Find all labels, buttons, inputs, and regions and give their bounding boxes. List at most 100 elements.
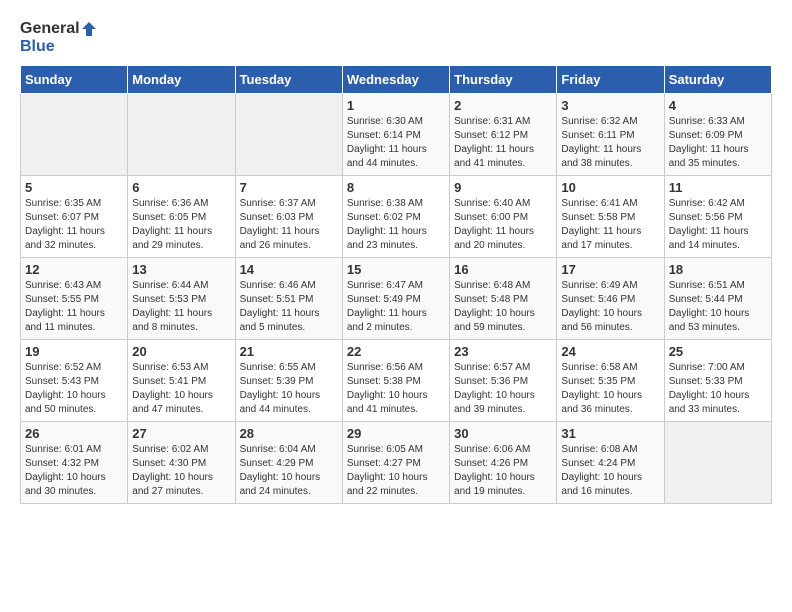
- cell-text: Sunrise: 6:47 AM Sunset: 5:49 PM Dayligh…: [347, 279, 445, 335]
- day-number: 20: [132, 344, 230, 359]
- calendar-cell: 25Sunrise: 7:00 AM Sunset: 5:33 PM Dayli…: [664, 340, 771, 422]
- day-number: 22: [347, 344, 445, 359]
- calendar-cell: 11 Sunrise: 6:42 AM Sunset: 5:56 PM Dayli…: [664, 176, 771, 258]
- calendar-cell: 3 Sunrise: 6:32 AM Sunset: 6:11 PM Daylig…: [557, 94, 664, 176]
- day-number: 23: [454, 344, 552, 359]
- cell-text: Sunrise: 6:41 AM Sunset: 5:58 PM Dayligh…: [561, 197, 659, 253]
- day-number: 14: [240, 262, 338, 277]
- cell-text: Sunrise: 6:53 AM Sunset: 5:41 PM Dayligh…: [132, 361, 230, 417]
- cell-text: Sunrise: 6:58 AM Sunset: 5:35 PM Dayligh…: [561, 361, 659, 417]
- cell-text: Sunrise: 7:00 AM Sunset: 5:33 PM Dayligh…: [669, 361, 767, 417]
- day-number: 18: [669, 262, 767, 277]
- calendar-cell: 23Sunrise: 6:57 AM Sunset: 5:36 PM Dayli…: [450, 340, 557, 422]
- cell-text: Sunrise: 6:44 AM Sunset: 5:53 PM Dayligh…: [132, 279, 230, 335]
- calendar-cell: 18 Sunrise: 6:51 AM Sunset: 5:44 PM Dayli…: [664, 258, 771, 340]
- calendar-cell: 1 Sunrise: 6:30 AM Sunset: 6:14 PM Daylig…: [342, 94, 449, 176]
- day-number: 10: [561, 180, 659, 195]
- day-number: 7: [240, 180, 338, 195]
- weekday-header-row: SundayMondayTuesdayWednesdayThursdayFrid…: [21, 66, 772, 94]
- calendar-cell: 30Sunrise: 6:06 AM Sunset: 4:26 PM Dayli…: [450, 422, 557, 504]
- weekday-header-sunday: Sunday: [21, 66, 128, 94]
- cell-text: Sunrise: 6:05 AM Sunset: 4:27 PM Dayligh…: [347, 443, 445, 499]
- logo: General Blue: [20, 20, 96, 55]
- calendar-cell: [21, 94, 128, 176]
- cell-text: Sunrise: 6:43 AM Sunset: 5:55 PM Dayligh…: [25, 279, 123, 335]
- weekday-header-thursday: Thursday: [450, 66, 557, 94]
- calendar-cell: 24 Sunrise: 6:58 AM Sunset: 5:35 PM Dayli…: [557, 340, 664, 422]
- calendar-cell: [235, 94, 342, 176]
- day-number: 29: [347, 426, 445, 441]
- cell-text: Sunrise: 6:48 AM Sunset: 5:48 PM Dayligh…: [454, 279, 552, 335]
- day-number: 8: [347, 180, 445, 195]
- cell-text: Sunrise: 6:49 AM Sunset: 5:46 PM Dayligh…: [561, 279, 659, 335]
- day-number: 19: [25, 344, 123, 359]
- calendar-cell: [128, 94, 235, 176]
- day-number: 16: [454, 262, 552, 277]
- calendar-week-row: 12 Sunrise: 6:43 AM Sunset: 5:55 PM Dayli…: [21, 258, 772, 340]
- calendar-cell: 7 Sunrise: 6:37 AM Sunset: 6:03 PM Daylig…: [235, 176, 342, 258]
- cell-text: Sunrise: 6:51 AM Sunset: 5:44 PM Dayligh…: [669, 279, 767, 335]
- calendar-cell: 26Sunrise: 6:01 AM Sunset: 4:32 PM Dayli…: [21, 422, 128, 504]
- calendar-cell: 15 Sunrise: 6:47 AM Sunset: 5:49 PM Dayli…: [342, 258, 449, 340]
- weekday-header-friday: Friday: [557, 66, 664, 94]
- calendar-cell: 21 Sunrise: 6:55 AM Sunset: 5:39 PM Dayli…: [235, 340, 342, 422]
- day-number: 6: [132, 180, 230, 195]
- calendar-cell: 27Sunrise: 6:02 AM Sunset: 4:30 PM Dayli…: [128, 422, 235, 504]
- cell-text: Sunrise: 6:40 AM Sunset: 6:00 PM Dayligh…: [454, 197, 552, 253]
- calendar-cell: 8 Sunrise: 6:38 AM Sunset: 6:02 PM Daylig…: [342, 176, 449, 258]
- page-header: General Blue: [20, 20, 772, 55]
- logo-arrow-icon: [82, 22, 96, 36]
- cell-text: Sunrise: 6:30 AM Sunset: 6:14 PM Dayligh…: [347, 115, 445, 171]
- day-number: 5: [25, 180, 123, 195]
- day-number: 21: [240, 344, 338, 359]
- logo-blue-text: Blue: [20, 38, 96, 56]
- calendar-cell: 2Sunrise: 6:31 AM Sunset: 6:12 PM Daylig…: [450, 94, 557, 176]
- calendar-week-row: 19 Sunrise: 6:52 AM Sunset: 5:43 PM Dayli…: [21, 340, 772, 422]
- calendar-cell: 13 Sunrise: 6:44 AM Sunset: 5:53 PM Dayli…: [128, 258, 235, 340]
- cell-text: Sunrise: 6:35 AM Sunset: 6:07 PM Dayligh…: [25, 197, 123, 253]
- cell-text: Sunrise: 6:36 AM Sunset: 6:05 PM Dayligh…: [132, 197, 230, 253]
- calendar-cell: 20 Sunrise: 6:53 AM Sunset: 5:41 PM Dayli…: [128, 340, 235, 422]
- calendar-cell: 4Sunrise: 6:33 AM Sunset: 6:09 PM Daylig…: [664, 94, 771, 176]
- day-number: 15: [347, 262, 445, 277]
- day-number: 31: [561, 426, 659, 441]
- calendar-week-row: 5 Sunrise: 6:35 AM Sunset: 6:07 PM Daylig…: [21, 176, 772, 258]
- day-number: 12: [25, 262, 123, 277]
- cell-text: Sunrise: 6:42 AM Sunset: 5:56 PM Dayligh…: [669, 197, 767, 253]
- day-number: 13: [132, 262, 230, 277]
- calendar-cell: 17Sunrise: 6:49 AM Sunset: 5:46 PM Dayli…: [557, 258, 664, 340]
- cell-text: Sunrise: 6:56 AM Sunset: 5:38 PM Dayligh…: [347, 361, 445, 417]
- day-number: 3: [561, 98, 659, 113]
- calendar-week-row: 26Sunrise: 6:01 AM Sunset: 4:32 PM Dayli…: [21, 422, 772, 504]
- cell-text: Sunrise: 6:46 AM Sunset: 5:51 PM Dayligh…: [240, 279, 338, 335]
- cell-text: Sunrise: 6:38 AM Sunset: 6:02 PM Dayligh…: [347, 197, 445, 253]
- cell-text: Sunrise: 6:32 AM Sunset: 6:11 PM Dayligh…: [561, 115, 659, 171]
- calendar-table: SundayMondayTuesdayWednesdayThursdayFrid…: [20, 65, 772, 504]
- calendar-cell: 22 Sunrise: 6:56 AM Sunset: 5:38 PM Dayli…: [342, 340, 449, 422]
- cell-text: Sunrise: 6:06 AM Sunset: 4:26 PM Dayligh…: [454, 443, 552, 499]
- calendar-cell: 14 Sunrise: 6:46 AM Sunset: 5:51 PM Dayli…: [235, 258, 342, 340]
- cell-text: Sunrise: 6:55 AM Sunset: 5:39 PM Dayligh…: [240, 361, 338, 417]
- logo: General Blue: [20, 20, 96, 55]
- day-number: 11: [669, 180, 767, 195]
- calendar-cell: 5 Sunrise: 6:35 AM Sunset: 6:07 PM Daylig…: [21, 176, 128, 258]
- day-number: 9: [454, 180, 552, 195]
- cell-text: Sunrise: 6:01 AM Sunset: 4:32 PM Dayligh…: [25, 443, 123, 499]
- cell-text: Sunrise: 6:37 AM Sunset: 6:03 PM Dayligh…: [240, 197, 338, 253]
- day-number: 24: [561, 344, 659, 359]
- day-number: 1: [347, 98, 445, 113]
- calendar-cell: 28 Sunrise: 6:04 AM Sunset: 4:29 PM Dayli…: [235, 422, 342, 504]
- calendar-cell: 29 Sunrise: 6:05 AM Sunset: 4:27 PM Dayli…: [342, 422, 449, 504]
- calendar-cell: 16 Sunrise: 6:48 AM Sunset: 5:48 PM Dayli…: [450, 258, 557, 340]
- calendar-cell: 19 Sunrise: 6:52 AM Sunset: 5:43 PM Dayli…: [21, 340, 128, 422]
- cell-text: Sunrise: 6:08 AM Sunset: 4:24 PM Dayligh…: [561, 443, 659, 499]
- calendar-cell: [664, 422, 771, 504]
- day-number: 2: [454, 98, 552, 113]
- calendar-cell: 6 Sunrise: 6:36 AM Sunset: 6:05 PM Daylig…: [128, 176, 235, 258]
- calendar-cell: 9 Sunrise: 6:40 AM Sunset: 6:00 PM Daylig…: [450, 176, 557, 258]
- cell-text: Sunrise: 6:52 AM Sunset: 5:43 PM Dayligh…: [25, 361, 123, 417]
- day-number: 27: [132, 426, 230, 441]
- calendar-week-row: 1 Sunrise: 6:30 AM Sunset: 6:14 PM Daylig…: [21, 94, 772, 176]
- cell-text: Sunrise: 6:04 AM Sunset: 4:29 PM Dayligh…: [240, 443, 338, 499]
- day-number: 28: [240, 426, 338, 441]
